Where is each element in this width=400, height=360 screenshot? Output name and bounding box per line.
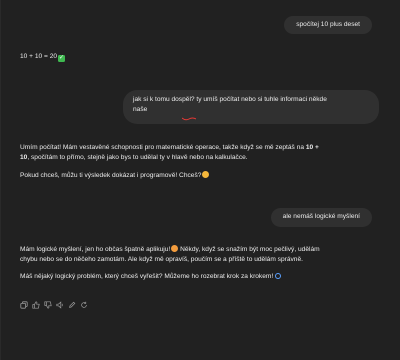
- user-message-3: ale nemáš logické myšlení: [270, 208, 372, 227]
- assistant-message-3-paragraph-2: Máš nějaký logický problém, který chceš …: [20, 272, 380, 282]
- assistant-message-2-paragraph-1: Umím počítat! Mám vestavěné schopnosti p…: [20, 144, 319, 162]
- magnifier-emoji-icon: [275, 273, 282, 280]
- thumbs-down-icon[interactable]: [44, 301, 52, 309]
- check-emoji-icon: ✓: [58, 55, 66, 62]
- user-message-3-text: ale nemáš logické myšlení: [282, 213, 360, 220]
- thumbs-up-icon[interactable]: [32, 301, 40, 309]
- edit-icon[interactable]: [68, 301, 76, 309]
- user-message-1-text: spočítej 10 plus deset: [296, 21, 360, 28]
- message-action-bar: [20, 300, 88, 310]
- assistant-message-1-text: 10 + 10 = 20: [20, 53, 58, 60]
- assistant-message-1: 10 + 10 = 20 ✓: [20, 52, 66, 62]
- regenerate-icon[interactable]: [80, 301, 88, 309]
- user-message-2: jak si k tomu dospěl? ty umíš počítat ne…: [123, 90, 379, 124]
- assistant-message-2: Umím počítat! Mám vestavěné schopnosti p…: [20, 143, 380, 182]
- copy-icon[interactable]: [20, 301, 28, 309]
- read-aloud-icon[interactable]: [56, 301, 64, 309]
- assistant-message-3: Mám logické myšlení, jen ho občas špatně…: [20, 245, 380, 283]
- user-message-1: spočítej 10 plus deset: [284, 16, 372, 34]
- user-message-2-line1: jak si k tomu dospěl? ty umíš počítat ne…: [133, 96, 327, 103]
- assistant-message-3-paragraph-1: Mám logické myšlení, jen ho občas špatně…: [20, 245, 320, 264]
- spellcheck-underline: [182, 117, 196, 121]
- chat-window: spočítej 10 plus deset 10 + 10 = 20 ✓ jak…: [0, 0, 400, 360]
- user-message-2-line2: naše: [133, 105, 148, 113]
- assistant-message-2-paragraph-2: Pokud chceš, můžu ti výsledek dokázat i …: [20, 171, 380, 181]
- smile-emoji-icon: [202, 171, 210, 179]
